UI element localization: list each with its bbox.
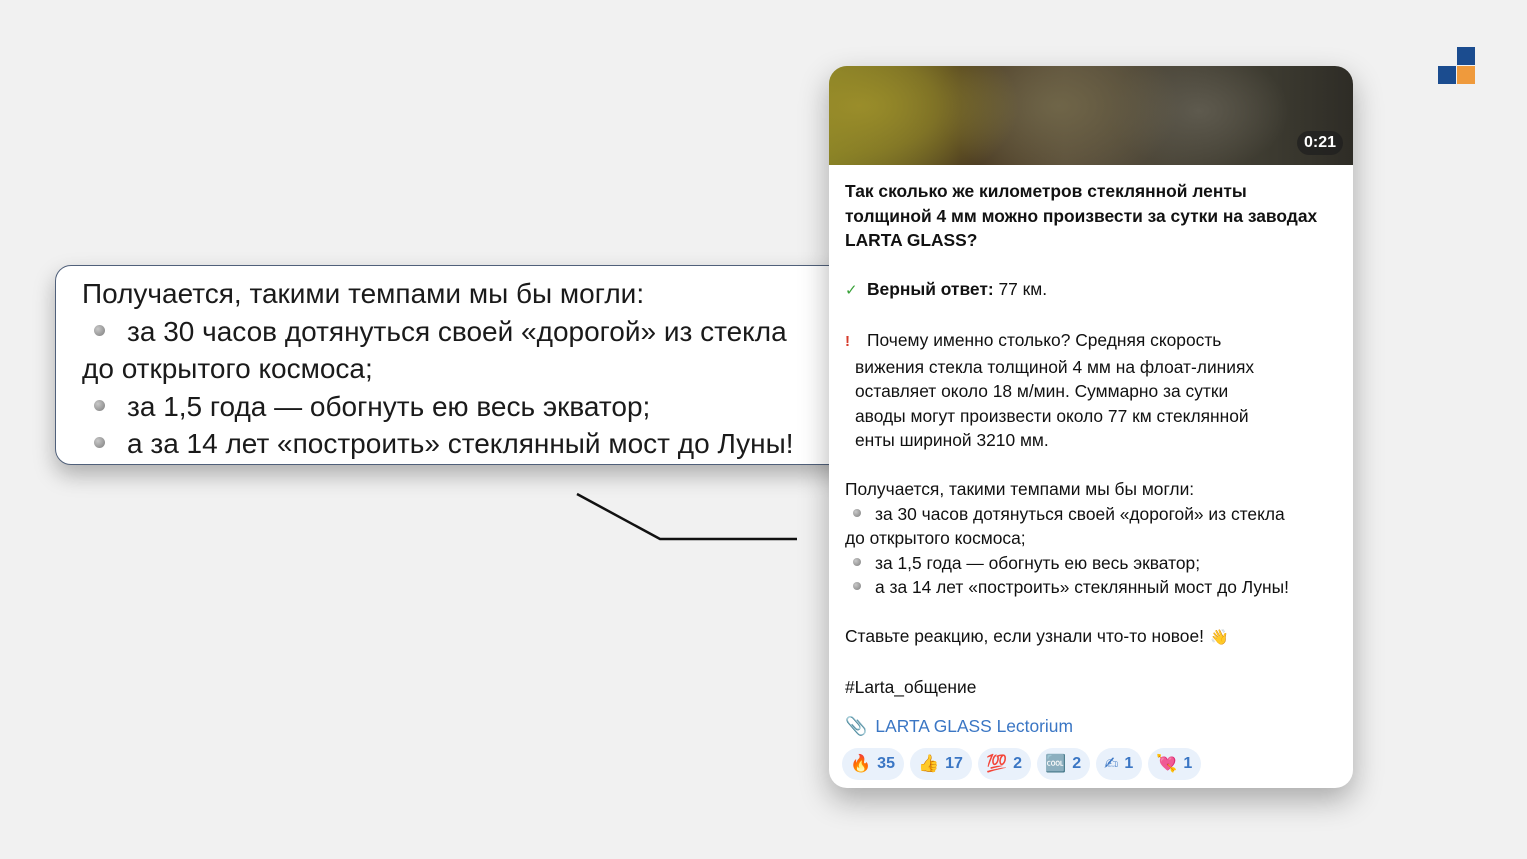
- channel-link[interactable]: 📎 LARTA GLASS Lectorium: [845, 714, 1337, 739]
- reaction-writing-hand[interactable]: ✍ 1: [1096, 748, 1143, 780]
- callout-bullet-1: за 30 часов дотянуться своей «дорогой» и…: [82, 313, 829, 351]
- reaction-fire[interactable]: 🔥 35: [842, 748, 904, 780]
- video-duration-badge: 0:21: [1296, 131, 1343, 155]
- callout-bullet-3: а за 14 лет «построить» стеклянный мост …: [82, 425, 829, 463]
- bullet-3: а за 14 лет «построить» стеклянный мост …: [845, 575, 1337, 600]
- bullet-2: за 1,5 года — обогнуть ею весь экватор;: [845, 551, 1337, 576]
- exclamation-icon: !: [845, 333, 850, 350]
- reaction-heart-arrow[interactable]: 💘 1: [1148, 748, 1202, 780]
- bullet-1-cont: до открытого космоса;: [845, 528, 1026, 548]
- bullet-dot-icon: [853, 508, 861, 517]
- zoom-callout: Получается, такими темпами мы бы могли: …: [55, 265, 856, 465]
- hashtag-link[interactable]: #Larta_общение: [845, 675, 1337, 700]
- logo-square-top: [1457, 47, 1475, 65]
- callout-bullet-1-cont: до открытого космоса;: [82, 353, 373, 384]
- reaction-thumbs-up[interactable]: 👍 17: [909, 748, 972, 780]
- reaction-cool[interactable]: 🆒 2: [1037, 748, 1091, 780]
- post-title: Так сколько же километров стеклянной лен…: [845, 181, 1318, 250]
- answer-line: ✓ Верный ответ: 77 км.: [845, 277, 1337, 304]
- result-intro: Получается, такими темпами мы бы могли:: [845, 479, 1195, 499]
- callout-intro: Получается, такими темпами мы бы могли:: [82, 278, 645, 309]
- bullet-dot-icon: [853, 582, 861, 590]
- call-to-action: Ставьте реакцию, если узнали что-то ново…: [845, 624, 1337, 651]
- thumbs-up-icon: 👍: [917, 754, 940, 773]
- fire-icon: 🔥: [850, 754, 872, 773]
- explanation: ! Почему именно столько? Средняя скорость…: [845, 330, 1255, 450]
- reaction-hundred[interactable]: 💯 2: [977, 748, 1032, 780]
- message-text: Так сколько же километров стеклянной лен…: [829, 165, 1353, 738]
- bullet-dot-icon: [853, 557, 861, 566]
- bullet-dot-icon: [94, 324, 105, 336]
- logo-square-accent: [1457, 66, 1475, 84]
- waving-hand-icon: 👋: [1209, 629, 1229, 646]
- bullet-dot-icon: [94, 399, 105, 411]
- reactions-bar: 🔥 35 👍 17 💯 2 🆒 2 ✍ 1 💘 1: [829, 738, 1353, 780]
- heart-arrow-icon: 💘: [1156, 754, 1178, 773]
- callout-connector-line: [576, 492, 797, 541]
- check-mark-icon: ✓: [845, 282, 858, 299]
- cool-icon: 🆒: [1045, 754, 1067, 773]
- hundred-icon: 💯: [985, 754, 1008, 773]
- logo-square-left: [1438, 66, 1456, 84]
- bullet-1: за 30 часов дотянуться своей «дорогой» и…: [845, 502, 1337, 527]
- video-thumbnail[interactable]: 0:21: [829, 66, 1353, 165]
- brand-logo: [1438, 47, 1476, 85]
- paperclip-icon: 📎: [845, 715, 868, 736]
- telegram-post: 0:21 Так сколько же километров стеклянно…: [829, 66, 1353, 788]
- bullet-dot-icon: [94, 437, 105, 448]
- writing-hand-icon: ✍: [1104, 754, 1119, 773]
- callout-bullet-2: за 1,5 года — обогнуть ею весь экватор;: [82, 388, 829, 426]
